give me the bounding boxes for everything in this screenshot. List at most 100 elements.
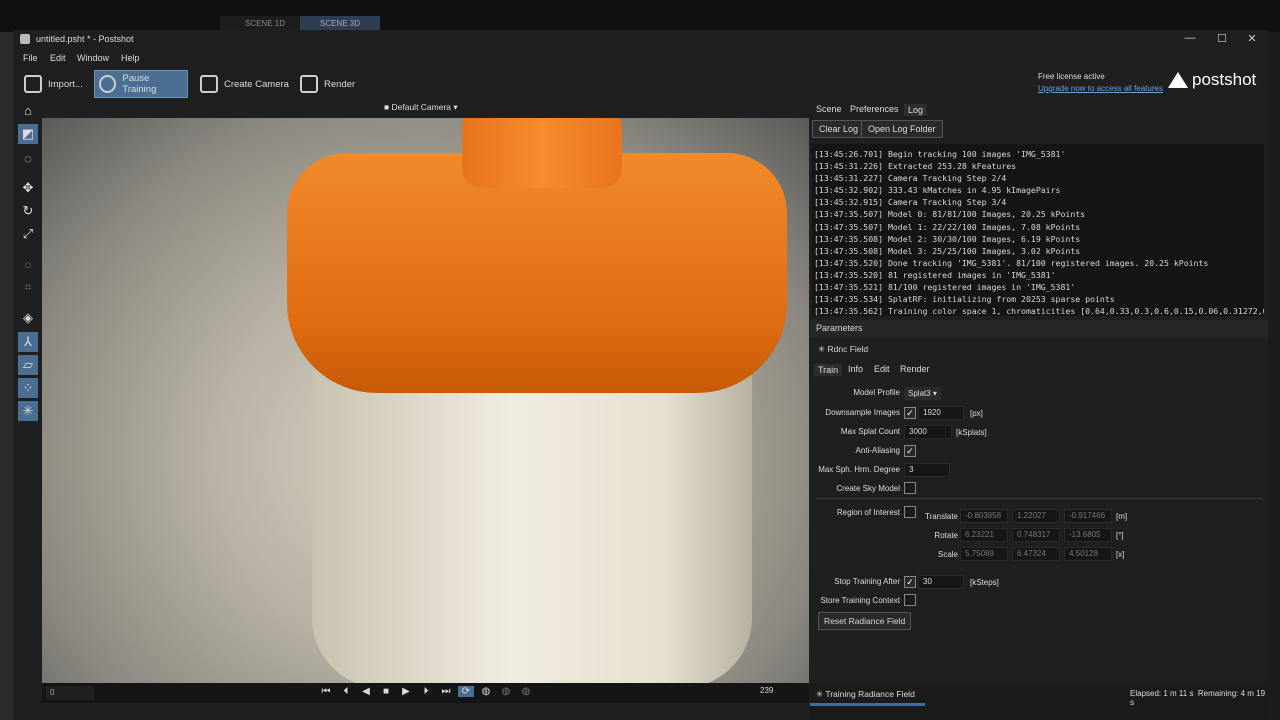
log-line: [13:47:35.520] 81 registered images in '… <box>814 269 1056 280</box>
sky-model-checkbox[interactable] <box>904 482 916 494</box>
create-camera-label: Create Camera <box>224 78 289 90</box>
prev-key-icon[interactable]: ⏴ <box>338 686 354 697</box>
move-icon[interactable]: ✥ <box>18 178 38 198</box>
outer-app-strip: SCENE 1D SCENE 3D <box>0 0 1280 32</box>
log-line: [13:45:31.226] Extracted 253.28 kFeature… <box>814 161 1017 172</box>
camera-icon-small: ■ <box>384 102 392 112</box>
log-output[interactable]: [13:45:26.701] Begin tracking 100 images… <box>812 144 1264 316</box>
postshot-logo: postshot <box>1168 70 1256 90</box>
log-line: [13:45:26.701] Begin tracking 100 images… <box>814 149 1066 159</box>
home-icon[interactable]: ⌂ <box>18 100 38 120</box>
close-button[interactable]: ✕ <box>1242 32 1262 45</box>
reset-radiance-field-button[interactable]: Reset Radiance Field <box>818 612 912 630</box>
status-task: ✳ Training Radiance Field <box>816 689 915 700</box>
loop-icon[interactable]: ⟳ <box>458 686 474 697</box>
subtab-edit[interactable]: Edit <box>874 364 890 374</box>
open-log-folder-button[interactable]: Open Log Folder <box>861 120 943 138</box>
downsample-input[interactable]: 1920 <box>918 406 964 420</box>
clapperboard-icon <box>300 75 318 93</box>
layers-icon[interactable]: ◈ <box>18 308 38 328</box>
axes-icon[interactable]: ⅄ <box>18 332 38 352</box>
jar-nozzle <box>462 118 622 188</box>
max-splat-input[interactable]: 3000 <box>904 425 952 439</box>
max-splat-unit: [kSplats] <box>956 428 987 437</box>
radiance-field-node[interactable]: ✳ Rdnc Field <box>818 344 868 355</box>
menu-file[interactable]: File <box>23 53 38 63</box>
menu-window[interactable]: Window <box>77 53 109 63</box>
stop-training-checkbox[interactable]: ✓ <box>904 576 916 588</box>
pause-training-icon <box>99 75 117 93</box>
brand-name: postshot <box>1192 70 1257 89</box>
step-back-icon[interactable]: ◀ <box>358 686 374 697</box>
menu-edit[interactable]: Edit <box>50 53 66 63</box>
jar-cap <box>287 153 787 393</box>
rotate-x[interactable]: 6.23221 <box>960 528 1008 542</box>
select-tool-icon[interactable]: ◩ <box>18 124 38 144</box>
minimize-button[interactable]: — <box>1180 32 1200 44</box>
scale-x[interactable]: 5.75089 <box>960 547 1008 561</box>
rotate-y[interactable]: 0.748317 <box>1012 528 1060 542</box>
translate-z[interactable]: -0.917466 <box>1064 509 1112 523</box>
status-task-label: Training Radiance Field <box>825 689 915 699</box>
parameters-header: Parameters <box>810 320 1268 338</box>
max-sph-input[interactable]: 3 <box>904 463 950 477</box>
tab-log[interactable]: Log <box>904 104 928 116</box>
license-status: Free license active <box>1038 72 1105 81</box>
translate-x[interactable]: -0.803858 <box>960 509 1008 523</box>
log-line: [13:47:35.508] Model 3: 25/25/100 Images… <box>814 245 1081 256</box>
section-divider <box>816 498 1262 499</box>
scale-y[interactable]: 6.47324 <box>1012 547 1060 561</box>
last-frame-icon[interactable]: ⏭ <box>438 686 454 697</box>
subtab-info[interactable]: Info <box>848 364 863 374</box>
log-line: [13:47:35.534] SplatRF: initializing fro… <box>814 294 1115 305</box>
downsample-checkbox[interactable]: ✓ <box>904 407 916 419</box>
splat-icon[interactable]: ✳ <box>18 401 38 421</box>
title-bar: untitled.psht * - Postshot — ☐ ✕ <box>14 30 1268 50</box>
option-icon-3[interactable]: ◍ <box>518 686 534 697</box>
first-frame-icon[interactable]: ⏮ <box>318 686 334 697</box>
import-button[interactable]: Import... <box>20 70 87 98</box>
pause-training-button[interactable]: Pause Training <box>94 70 188 98</box>
subtab-train[interactable]: Train <box>814 364 843 376</box>
translate-y[interactable]: 1.22027 <box>1012 509 1060 523</box>
option-icon-1[interactable]: ◍ <box>478 686 494 697</box>
maximize-button[interactable]: ☐ <box>1212 32 1232 45</box>
lasso-icon[interactable]: ◌ <box>18 148 38 168</box>
downsample-unit: [px] <box>970 409 983 418</box>
rotate-icon[interactable]: ↻ <box>18 201 38 221</box>
stop-icon[interactable]: ■ <box>378 686 394 697</box>
tab-scene[interactable]: Scene <box>816 104 842 114</box>
import-label: Import... <box>48 78 83 90</box>
camera-frustum-icon[interactable]: ▱ <box>18 355 38 375</box>
subtab-render[interactable]: Render <box>900 364 930 374</box>
3d-viewport[interactable] <box>42 118 809 683</box>
anti-aliasing-checkbox[interactable]: ✓ <box>904 445 916 457</box>
clear-log-button[interactable]: Clear Log <box>812 120 866 138</box>
camera-dropdown[interactable]: ■ Default Camera ▾ <box>384 102 458 113</box>
create-camera-button[interactable]: Create Camera <box>196 70 293 98</box>
log-line: [13:45:31.227] Camera Tracking Step 2/4 <box>814 173 1007 184</box>
option-icon-2[interactable]: ◍ <box>498 686 514 697</box>
points-icon[interactable]: ⁘ <box>18 378 38 398</box>
render-button[interactable]: Render <box>296 70 359 98</box>
next-key-icon[interactable]: ⏵ <box>418 686 434 697</box>
crop-icon[interactable]: ⌗ <box>18 277 38 297</box>
log-line: [13:47:35.508] Model 2: 30/30/100 Images… <box>814 233 1081 244</box>
model-profile-select[interactable]: Splat3 ▾ <box>904 387 941 400</box>
right-panel: Scene Preferences Log Clear Log Open Log… <box>810 100 1268 720</box>
frame-end-field[interactable]: 239 <box>760 686 773 695</box>
upgrade-link[interactable]: Upgrade now to access all features <box>1038 84 1163 93</box>
stop-training-input[interactable]: 30 <box>918 575 964 589</box>
menu-help[interactable]: Help <box>121 53 140 63</box>
scale-z[interactable]: 4.50128 <box>1064 547 1112 561</box>
play-icon[interactable]: ▶ <box>398 686 414 697</box>
status-bar: ✳ Training Radiance Field Elapsed: 1 m 1… <box>810 683 1268 720</box>
outer-left-strip <box>0 32 14 720</box>
scale-icon[interactable]: ⤢ <box>18 224 38 244</box>
frame-start-field[interactable]: 0 <box>46 686 94 700</box>
rotate-z[interactable]: -13.6805 <box>1064 528 1112 542</box>
store-context-checkbox[interactable] <box>904 594 916 606</box>
outer-right-scrollbar[interactable] <box>1268 32 1280 720</box>
zoom-icon[interactable]: ○ <box>18 254 38 274</box>
tab-preferences[interactable]: Preferences <box>850 104 899 114</box>
